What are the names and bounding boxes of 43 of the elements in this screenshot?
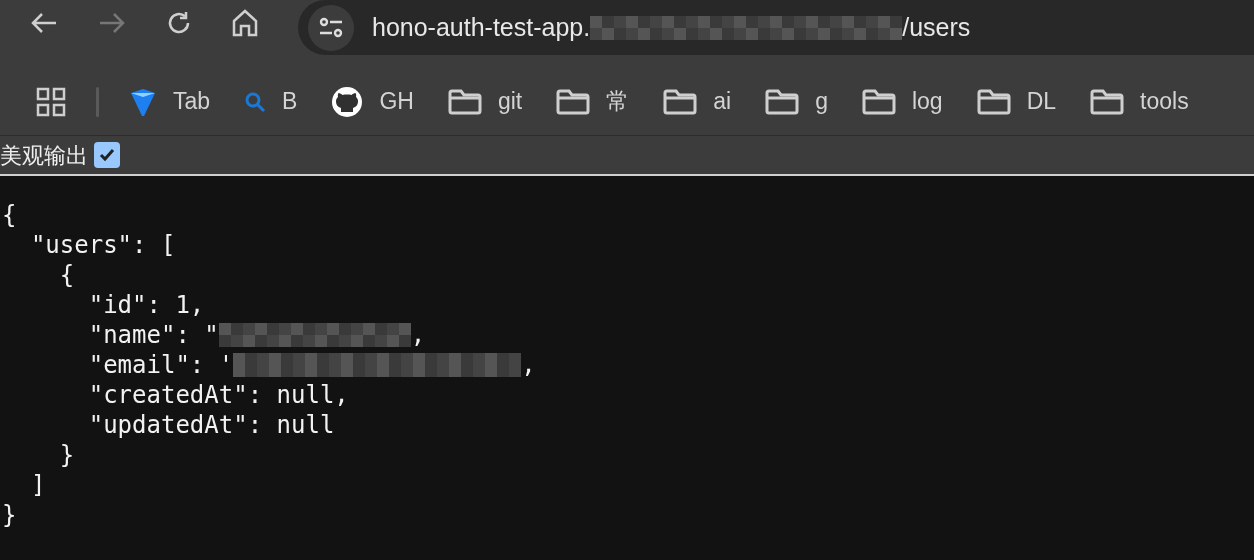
bookmark-folder[interactable]: g (765, 84, 828, 119)
json-text: ] (29, 470, 46, 500)
apps-grid-icon[interactable] (36, 86, 66, 117)
url-text: hono-auth-test-app. (372, 11, 591, 43)
folder-icon (976, 88, 1011, 115)
json-text: } (58, 440, 75, 470)
bookmark-folder[interactable]: log (861, 84, 943, 119)
bookmark-folder[interactable]: tools (1090, 84, 1189, 119)
back-icon[interactable] (30, 11, 58, 35)
json-text: "users": [ (29, 230, 176, 260)
folder-icon (1090, 88, 1125, 115)
bookmark-folder[interactable]: 常 (556, 84, 630, 119)
address-bar[interactable]: hono-auth-test-app. /users (298, 0, 1254, 55)
folder-icon (447, 88, 482, 115)
bookmark-link[interactable]: Tab (129, 84, 211, 119)
checkmark-icon (98, 146, 116, 164)
json-text: } (2, 500, 17, 530)
search-icon (244, 90, 267, 113)
json-text: "name": " (87, 320, 219, 350)
folder-icon (663, 88, 698, 115)
folder-icon (556, 88, 591, 115)
site-settings-icon[interactable] (308, 4, 354, 51)
url-text: /users (902, 11, 971, 43)
json-text: , (410, 320, 426, 350)
json-text: { (58, 260, 75, 290)
cat-logo-icon (331, 85, 364, 118)
bookmark-folder[interactable]: ai (663, 84, 732, 119)
json-text: , (521, 350, 536, 380)
reload-icon[interactable] (166, 10, 192, 36)
json-text: "createdAt": null, (87, 380, 349, 410)
bookmark-link[interactable]: B (244, 84, 298, 119)
bookmark-link[interactable]: GH (331, 84, 414, 119)
pretty-print-checkbox[interactable]: 美观输出 (0, 138, 120, 172)
bookmark-folder[interactable]: DL (976, 84, 1057, 119)
bookmark-folder[interactable]: git (447, 84, 523, 119)
json-text: "updatedAt": null (87, 410, 335, 440)
json-text: "id": 1, (87, 290, 205, 320)
folder-icon (861, 88, 896, 115)
home-icon[interactable] (232, 9, 258, 37)
folder-icon (765, 88, 800, 115)
json-text: "email": ' (87, 350, 234, 380)
json-text: { (2, 200, 17, 230)
diamond-icon (129, 86, 157, 117)
